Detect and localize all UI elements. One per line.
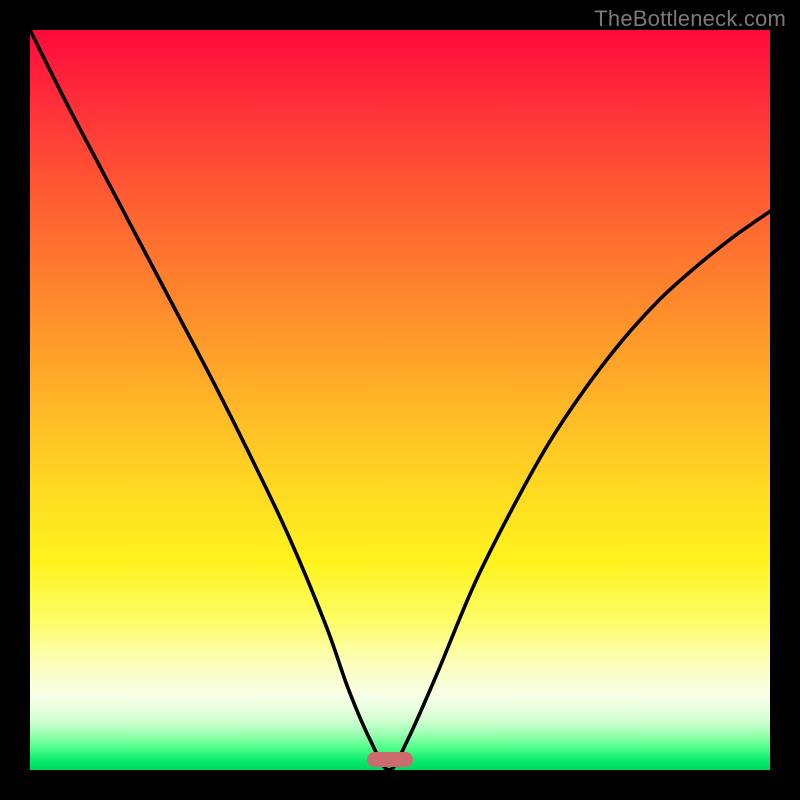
plot-area xyxy=(30,30,770,770)
bottleneck-curve-path xyxy=(30,30,770,770)
bottleneck-curve xyxy=(30,30,770,770)
chart-frame: TheBottleneck.com xyxy=(0,0,800,800)
optimal-marker xyxy=(367,752,413,767)
watermark-text: TheBottleneck.com xyxy=(594,6,786,32)
